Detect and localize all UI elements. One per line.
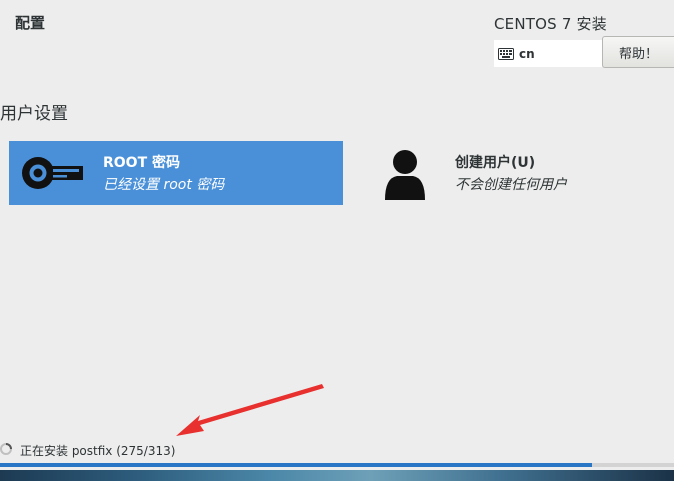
spoke-create-user-title: 创建用户(U) (455, 155, 536, 171)
spinner-icon (0, 443, 12, 455)
spoke-create-user[interactable]: 创建用户(U) 不会创建任何用户 (372, 141, 632, 205)
spoke-root-title: ROOT 密码 (103, 155, 181, 171)
keyboard-icon (498, 47, 514, 60)
spoke-root-password[interactable]: ROOT 密码 已经设置 root 密码 (9, 141, 343, 205)
section-heading-user-settings: 用户设置 (0, 104, 68, 124)
annotation-arrow-icon (176, 384, 324, 436)
progress-bar (0, 463, 674, 467)
user-icon (385, 150, 425, 200)
key-icon (22, 157, 83, 189)
page-title: 配置 (15, 14, 46, 32)
product-title: CENTOS 7 安装 (494, 15, 607, 33)
help-button[interactable]: 帮助！ (602, 36, 674, 68)
progress-bar-fill (0, 463, 593, 467)
spoke-create-user-status: 不会创建任何用户 (455, 177, 567, 193)
spoke-root-status: 已经设置 root 密码 (103, 177, 225, 193)
keyboard-layout-indicator[interactable]: cn (494, 40, 602, 67)
desktop-background-strip (0, 470, 674, 481)
progress-status-text: 正在安装 postfix (275/313) (20, 444, 176, 458)
keyboard-layout-label: cn (519, 46, 535, 61)
